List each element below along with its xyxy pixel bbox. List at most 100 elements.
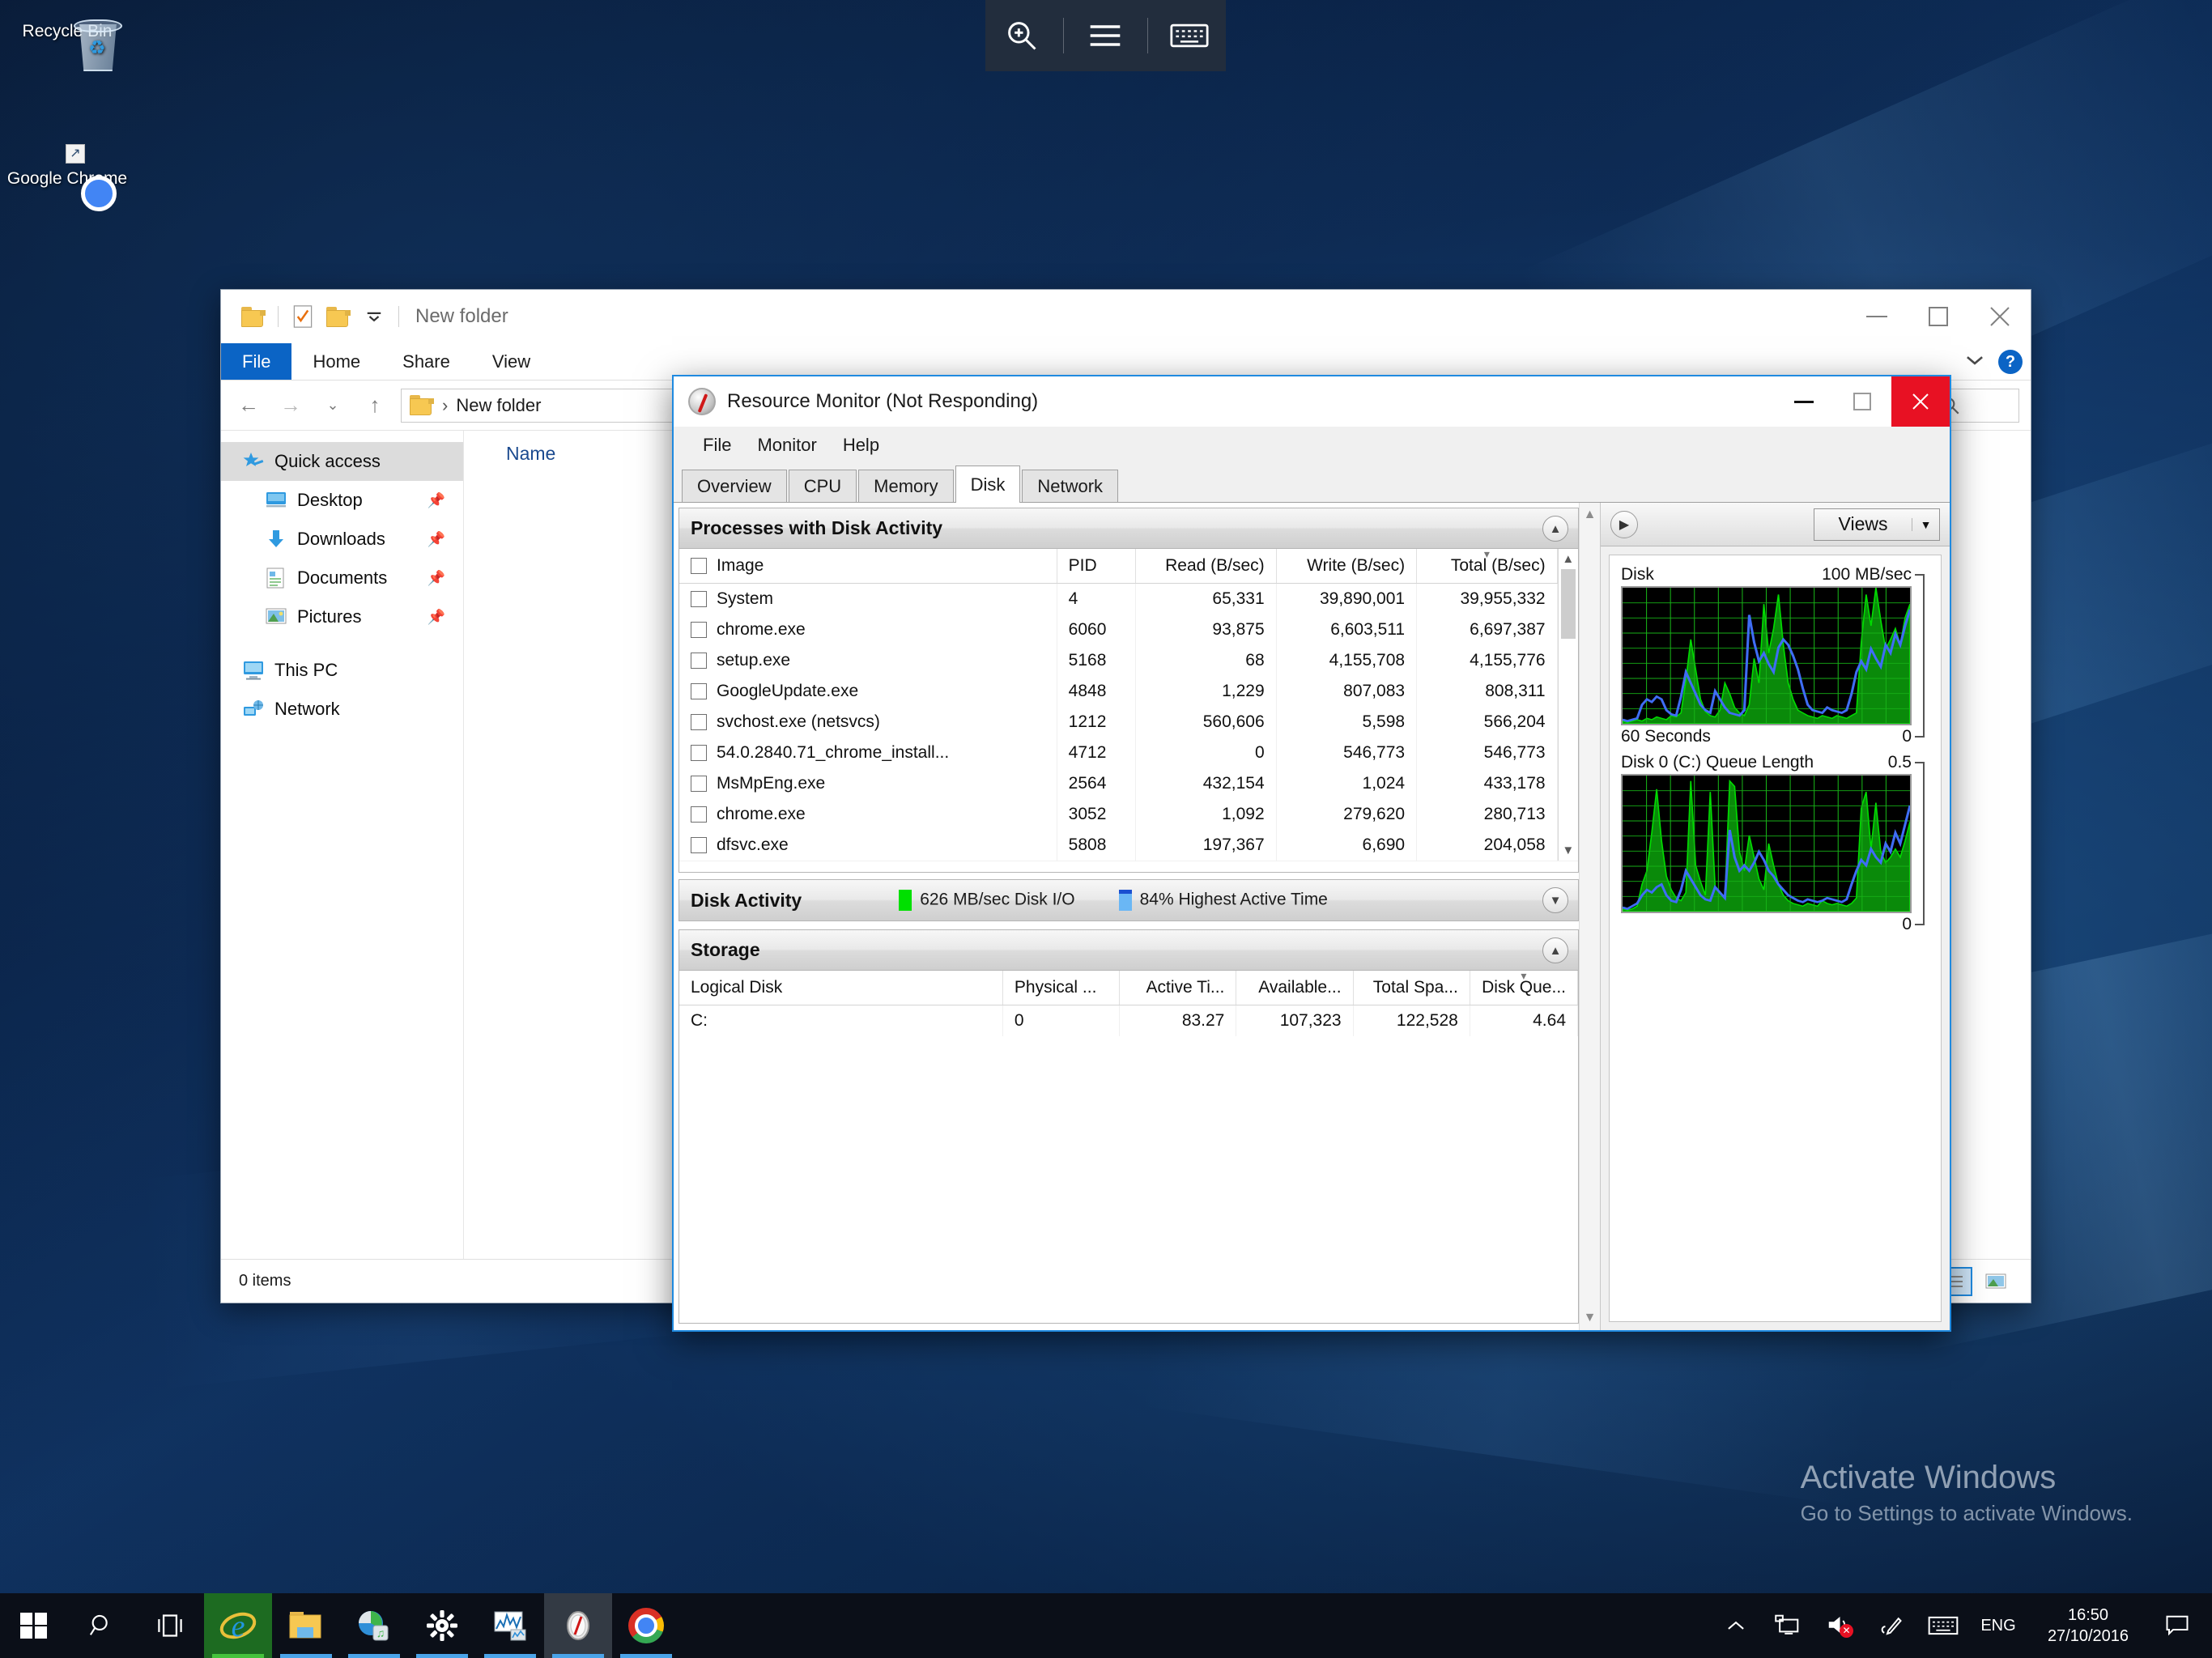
hamburger-menu-icon[interactable] — [1074, 0, 1137, 71]
taskbar-file-explorer-icon[interactable] — [272, 1593, 340, 1658]
menu-file[interactable]: File — [690, 429, 744, 461]
windows-start-icon[interactable] — [0, 1593, 68, 1658]
tab-network[interactable]: Network — [1022, 470, 1119, 502]
row-checkbox[interactable] — [691, 714, 707, 731]
ribbon-tab-home[interactable]: Home — [291, 343, 381, 380]
language-indicator[interactable]: ENG — [1969, 1617, 2027, 1635]
taskbar-store-icon[interactable]: ♫ — [340, 1593, 408, 1658]
tab-memory[interactable]: Memory — [858, 470, 954, 502]
row-checkbox[interactable] — [691, 776, 707, 793]
row-checkbox[interactable] — [691, 622, 707, 639]
taskbar-resource-monitor-icon[interactable] — [544, 1593, 612, 1658]
tab-cpu[interactable]: CPU — [788, 470, 857, 502]
chevron-up-icon[interactable] — [1710, 1593, 1762, 1658]
table-row[interactable]: setup.exe 5168 68 4,155,708 4,155,776 — [679, 645, 1558, 676]
table-row[interactable]: GoogleUpdate.exe 4848 1,229 807,083 808,… — [679, 676, 1558, 707]
up-button[interactable]: ↑ — [359, 389, 391, 422]
sidebar-item-network[interactable]: Network — [221, 690, 463, 729]
section-header[interactable]: Disk Activity 626 MB/sec Disk I/O 84% Hi… — [679, 880, 1578, 920]
back-button[interactable]: ← — [232, 389, 265, 422]
table-row[interactable]: dfsvc.exe 5808 197,367 6,690 204,058 — [679, 830, 1558, 861]
forward-button[interactable]: → — [274, 389, 307, 422]
explorer-maximize-button[interactable] — [1908, 290, 1969, 343]
column-header-logical-disk[interactable]: Logical Disk — [679, 971, 1003, 1005]
column-header-image[interactable]: Image — [679, 549, 1057, 584]
column-header-name[interactable]: Name — [506, 443, 555, 465]
chevron-down-icon[interactable]: ▼ — [1912, 517, 1939, 531]
search-icon[interactable] — [68, 1593, 136, 1658]
ribbon-tab-file[interactable]: File — [221, 343, 292, 380]
menu-help[interactable]: Help — [830, 429, 892, 461]
recent-locations-chevron-icon[interactable]: ⌄ — [317, 389, 349, 422]
column-header-total-space[interactable]: Total Spa... — [1353, 971, 1470, 1005]
network-icon[interactable] — [1762, 1593, 1814, 1658]
explorer-close-button[interactable] — [1969, 290, 2031, 343]
touch-keyboard-icon[interactable] — [1917, 1593, 1969, 1658]
column-header-disk-queue[interactable]: ▾ Disk Que... — [1470, 969, 1579, 1005]
ribbon-tab-share[interactable]: Share — [381, 343, 471, 380]
sidebar-item-downloads[interactable]: Downloads 📌 — [221, 520, 463, 559]
taskbar-internet-explorer-icon[interactable]: e — [204, 1593, 272, 1658]
customize-qat-chevron-icon[interactable] — [356, 297, 392, 336]
row-checkbox[interactable] — [691, 683, 707, 700]
help-icon[interactable]: ? — [1998, 350, 2023, 374]
chevron-down-icon[interactable]: ▼ — [1542, 887, 1568, 913]
chevron-up-icon[interactable]: ▲ — [1542, 937, 1568, 963]
row-checkbox[interactable] — [691, 653, 707, 670]
pin-icon[interactable]: 📌 — [428, 570, 445, 587]
pin-icon[interactable]: 📌 — [428, 609, 445, 626]
sidebar-item-quick-access[interactable]: Quick access — [221, 442, 463, 481]
properties-icon[interactable] — [285, 297, 321, 336]
explorer-minimize-button[interactable] — [1846, 290, 1908, 343]
resmon-close-button[interactable] — [1891, 376, 1950, 427]
explorer-titlebar[interactable]: New folder — [221, 290, 2031, 343]
section-header[interactable]: Storage ▲ — [679, 930, 1578, 971]
chevron-right-icon[interactable]: ▶ — [1610, 510, 1638, 538]
tab-disk[interactable]: Disk — [955, 466, 1021, 503]
column-header-pid[interactable]: PID — [1057, 549, 1137, 584]
resmon-titlebar[interactable]: Resource Monitor (Not Responding) — [674, 376, 1950, 427]
taskbar-settings-gear-icon[interactable] — [408, 1593, 476, 1658]
desktop-icon-recycle-bin[interactable]: ♻ Recycle Bin — [6, 15, 128, 71]
column-header-available-space[interactable]: Available... — [1236, 971, 1354, 1005]
scroll-up-arrow-icon[interactable]: ▲ — [1584, 508, 1597, 522]
pin-icon[interactable]: 📌 — [428, 492, 445, 509]
views-button[interactable]: Views ▼ — [1814, 508, 1940, 541]
resmon-left-scrollbar[interactable]: ▲ ▼ — [1579, 503, 1600, 1330]
column-header-total[interactable]: ▾ Total (B/sec) — [1416, 547, 1558, 584]
taskbar-performance-monitor-icon[interactable] — [476, 1593, 544, 1658]
clock[interactable]: 16:50 27/10/2016 — [2027, 1593, 2149, 1658]
sidebar-item-this-pc[interactable]: This PC — [221, 651, 463, 690]
pin-icon[interactable]: 📌 — [428, 531, 445, 548]
menu-monitor[interactable]: Monitor — [744, 429, 829, 461]
sidebar-item-pictures[interactable]: Pictures 📌 — [221, 597, 463, 636]
column-header-active-time[interactable]: Active Ti... — [1119, 971, 1237, 1005]
volume-muted-icon[interactable]: ✕ — [1814, 1593, 1865, 1658]
row-checkbox[interactable] — [691, 591, 707, 608]
ribbon-tab-view[interactable]: View — [471, 343, 551, 380]
sidebar-item-desktop[interactable]: Desktop 📌 — [221, 481, 463, 520]
scroll-down-arrow-icon[interactable]: ▼ — [1562, 844, 1574, 857]
resource-monitor-window[interactable]: Resource Monitor (Not Responding) File M… — [672, 375, 1951, 1332]
table-row[interactable]: MsMpEng.exe 2564 432,154 1,024 433,178 — [679, 768, 1558, 799]
table-row[interactable]: chrome.exe 3052 1,092 279,620 280,713 — [679, 799, 1558, 830]
scroll-up-arrow-icon[interactable]: ▲ — [1562, 552, 1574, 566]
column-header-read[interactable]: Read (B/sec) — [1135, 549, 1277, 584]
pen-workspace-icon[interactable] — [1865, 1593, 1917, 1658]
column-header-physical-disk[interactable]: Physical ... — [1002, 971, 1121, 1005]
scroll-down-arrow-icon[interactable]: ▼ — [1584, 1311, 1597, 1325]
table-row[interactable]: chrome.exe 6060 93,875 6,603,511 6,697,3… — [679, 614, 1558, 645]
folder-icon[interactable] — [236, 297, 271, 336]
sidebar-item-documents[interactable]: Documents 📌 — [221, 559, 463, 597]
table-row[interactable]: System 4 65,331 39,890,001 39,955,332 — [679, 583, 1558, 614]
new-folder-icon[interactable] — [321, 297, 356, 336]
row-checkbox[interactable] — [691, 837, 707, 854]
row-checkbox[interactable] — [691, 806, 707, 823]
magnifier-zoom-icon[interactable] — [990, 0, 1053, 71]
section-header[interactable]: Processes with Disk Activity ▲ — [679, 508, 1578, 549]
table-row[interactable]: svchost.exe (netsvcs) 1212 560,606 5,598… — [679, 707, 1558, 738]
large-icons-view-icon[interactable] — [1979, 1267, 2013, 1296]
select-all-checkbox[interactable] — [691, 558, 707, 575]
desktop-icon-google-chrome[interactable]: ↗ Google Chrome — [6, 144, 128, 211]
row-checkbox[interactable] — [691, 745, 707, 762]
